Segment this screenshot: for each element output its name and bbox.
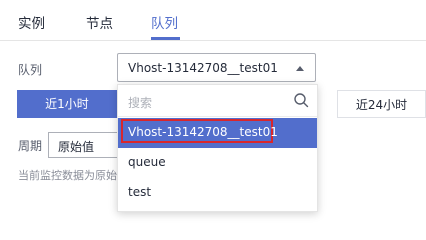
tab-instances[interactable]: 实例: [18, 12, 45, 32]
dropdown-option-queue[interactable]: queue: [118, 148, 317, 178]
tab-bar: 实例 节点 队列: [0, 0, 426, 40]
period-select[interactable]: 原始值: [48, 132, 122, 158]
queue-select[interactable]: Vhost-13142708__test01: [117, 53, 316, 82]
tab-queues[interactable]: 队列: [151, 12, 178, 32]
period-select-value: 原始值: [58, 140, 95, 154]
caret-up-icon: [296, 66, 304, 71]
period-label: 周期: [18, 139, 43, 153]
dropdown-search-placeholder: 搜索: [128, 96, 153, 110]
dropdown-option-vhost[interactable]: Vhost-13142708__test01: [118, 118, 317, 148]
time-range-24h-button[interactable]: 近24小时: [337, 90, 426, 118]
search-icon[interactable]: [293, 92, 309, 108]
dropdown-option-test[interactable]: test: [118, 178, 317, 208]
dropdown-option-label: Vhost-13142708__test01: [128, 125, 278, 139]
queue-dropdown: 搜索 Vhost-13142708__test01 queue test: [117, 84, 318, 212]
queue-select-value: Vhost-13142708__test01: [128, 61, 278, 75]
queue-field-label: 队列: [18, 63, 43, 77]
dropdown-search[interactable]: 搜索: [118, 85, 317, 117]
time-range-1h-button[interactable]: 近1小时: [17, 90, 117, 118]
tabs-divider: [0, 40, 426, 41]
tab-nodes[interactable]: 节点: [86, 12, 113, 32]
monitor-note: 当前监控数据为原始值: [18, 169, 128, 182]
